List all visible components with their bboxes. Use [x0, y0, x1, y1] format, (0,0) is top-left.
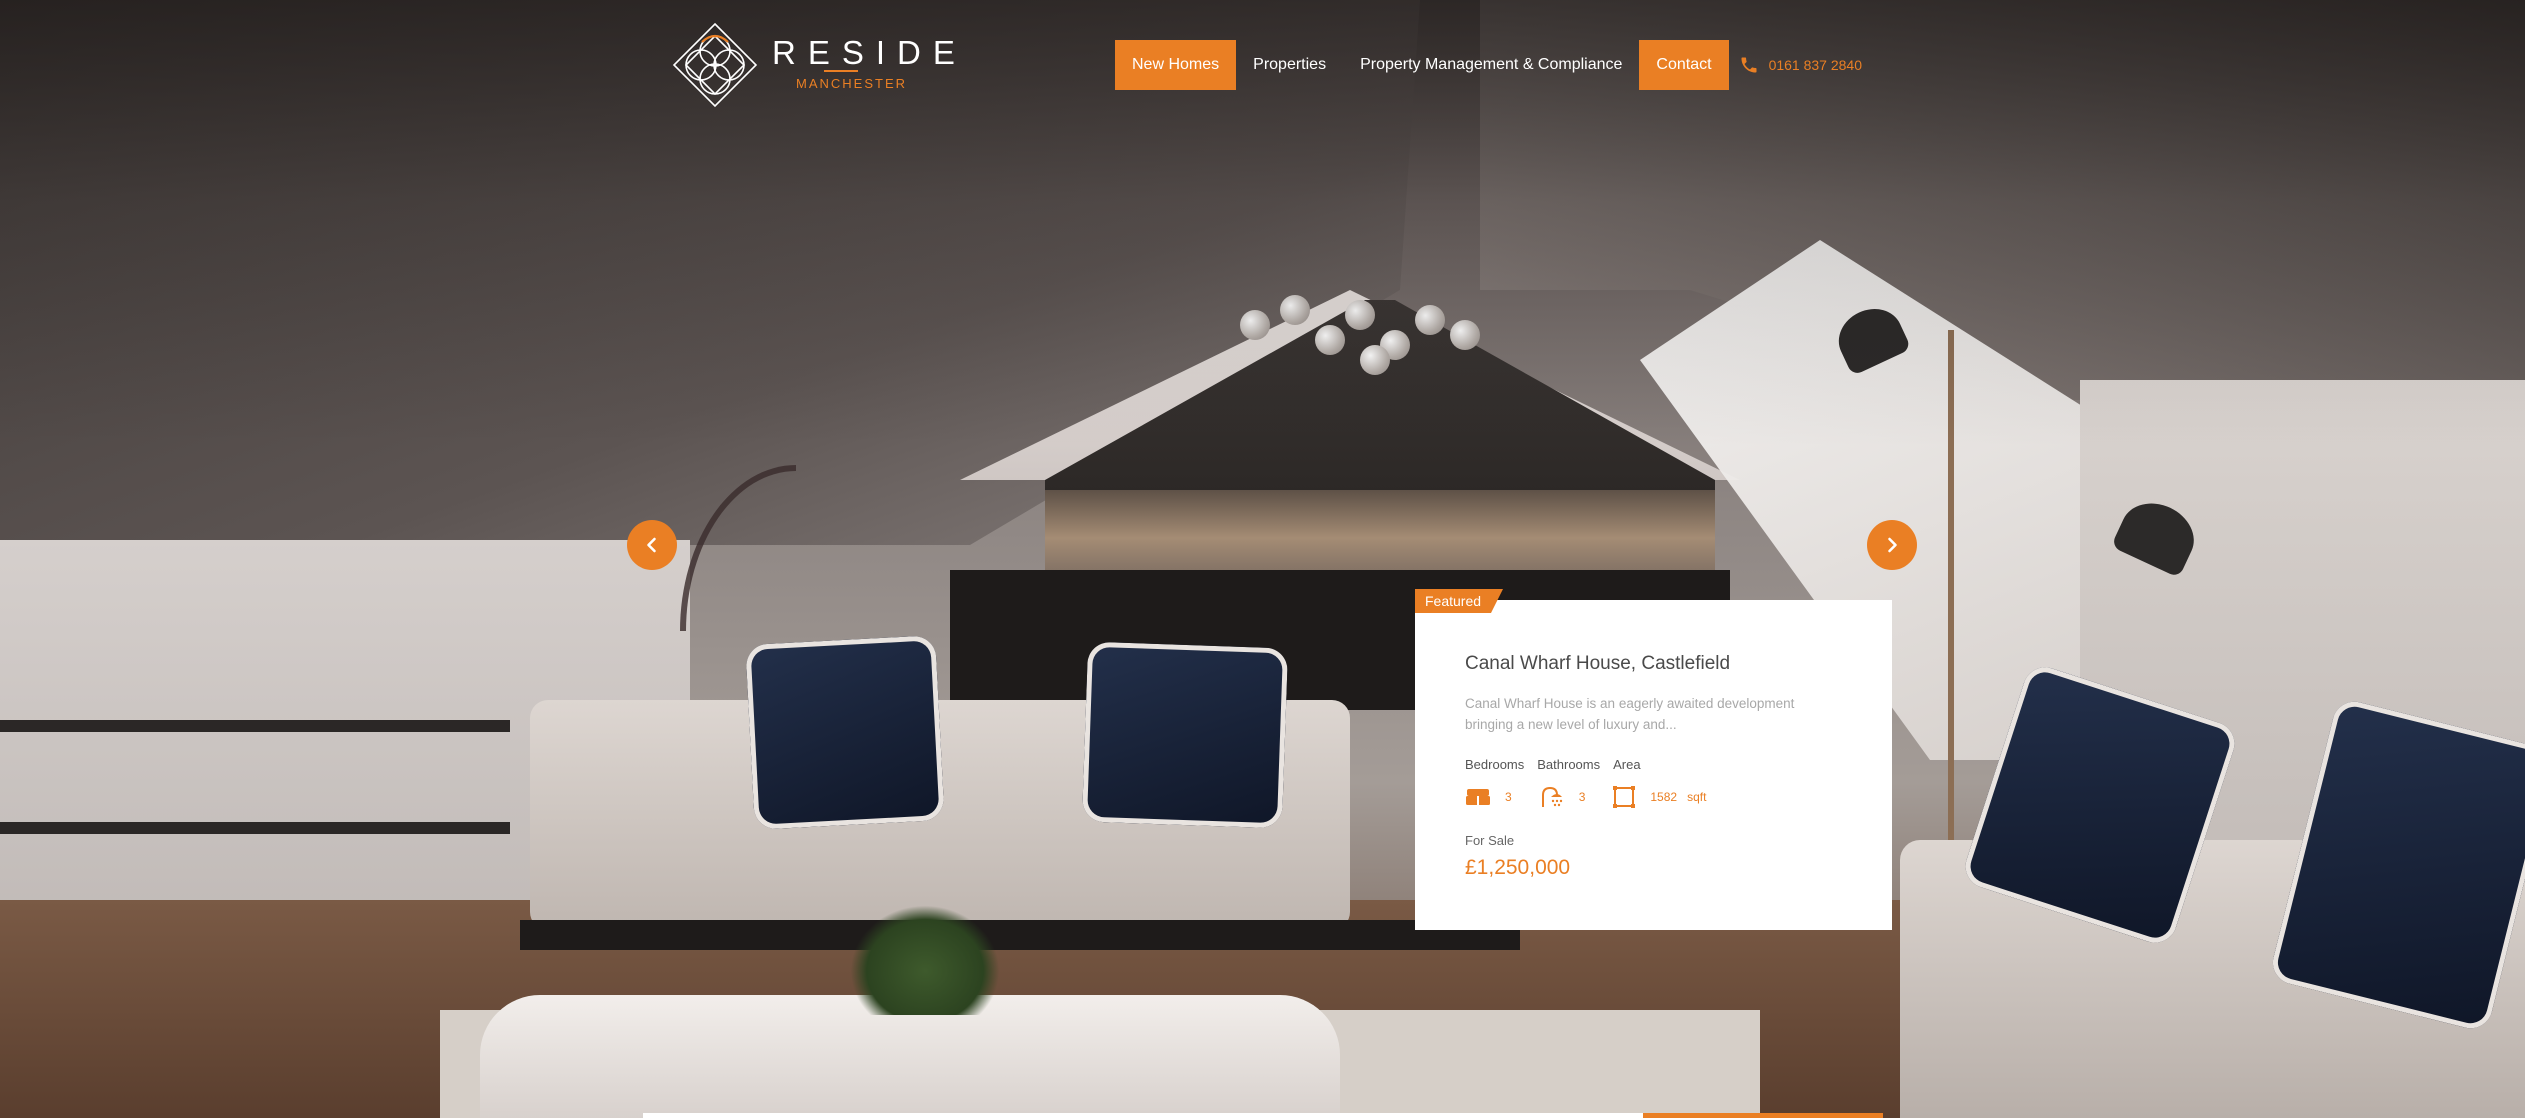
site-logo[interactable]: RESIDE MANCHESTER	[672, 22, 955, 108]
shower-icon	[1541, 786, 1562, 807]
logo-wordmark: RESIDE	[772, 34, 967, 71]
bedrooms-label: Bedrooms	[1465, 757, 1525, 772]
chevron-left-icon	[647, 537, 656, 553]
bedrooms-feature: 3	[1465, 786, 1512, 808]
bathrooms-label: Bathrooms	[1537, 757, 1601, 772]
main-navigation: New Homes Properties Property Management…	[1115, 40, 1862, 90]
hero-background-image	[0, 0, 2525, 1118]
search-bar-edge	[643, 1113, 1643, 1118]
nav-contact[interactable]: Contact	[1639, 40, 1729, 90]
bathrooms-feature: 3	[1539, 785, 1586, 809]
area-value: 1582	[1650, 790, 1678, 804]
property-features: 3 3 1582 sqft	[1465, 785, 1733, 809]
logo-tagline: MANCHESTER	[796, 76, 908, 91]
property-price: £1,250,000	[1465, 856, 1571, 879]
search-button-edge	[1643, 1113, 1883, 1118]
nav-properties[interactable]: Properties	[1236, 40, 1343, 90]
area-icon	[1613, 786, 1636, 808]
featured-property-card[interactable]: Canal Wharf House, Castlefield Canal Wha…	[1415, 600, 1892, 930]
property-title[interactable]: Canal Wharf House, Castlefield	[1465, 653, 1730, 675]
property-description: Canal Wharf House is an eagerly awaited …	[1465, 696, 1795, 732]
chevron-right-icon	[1888, 537, 1897, 553]
nav-new-homes[interactable]: New Homes	[1115, 40, 1237, 90]
bedrooms-count: 3	[1505, 790, 1512, 804]
area-feature: 1582 sqft	[1612, 785, 1706, 809]
bathrooms-count: 3	[1578, 790, 1586, 804]
property-feature-labels: Bedrooms Bathrooms Area	[1465, 757, 1641, 772]
phone-number: 0161 837 2840	[1768, 57, 1862, 73]
phone-link[interactable]: 0161 837 2840	[1739, 55, 1862, 75]
area-unit: sqft	[1687, 790, 1707, 804]
slider-prev-button[interactable]	[627, 520, 677, 570]
logo-diamond-icon	[672, 22, 758, 108]
nav-property-management[interactable]: Property Management & Compliance	[1343, 40, 1639, 90]
bed-icon	[1466, 789, 1490, 805]
slider-next-button[interactable]	[1867, 520, 1917, 570]
property-status: For Sale	[1465, 833, 1515, 848]
phone-icon	[1741, 57, 1757, 73]
header-overlay	[0, 0, 2525, 1118]
logo-divider	[824, 70, 858, 72]
area-label: Area	[1613, 757, 1641, 772]
featured-badge: Featured	[1415, 589, 1504, 613]
